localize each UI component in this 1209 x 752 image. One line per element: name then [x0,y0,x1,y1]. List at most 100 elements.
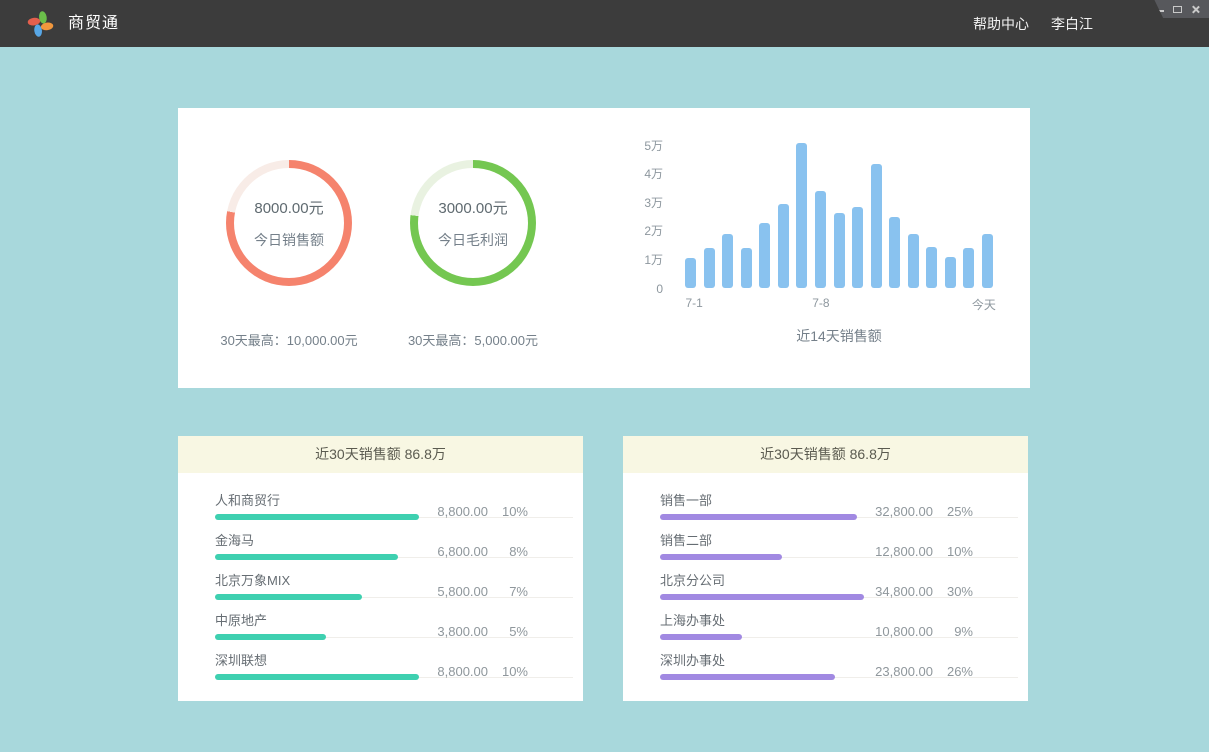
bar-chart-y-axis: 5万4万3万2万1万0 [623,138,663,288]
row-value: 12,800.0010% [833,544,973,559]
progress-bar [660,514,857,520]
bar [759,223,770,289]
row-amount: 32,800.00 [833,504,933,519]
bar [926,247,937,288]
today-profit-caption: 今日毛利润 [438,230,508,250]
row-percent: 30% [933,584,973,599]
progress-bar [215,554,398,560]
row-amount: 5,800.00 [388,584,488,599]
row-percent: 25% [933,504,973,519]
departments-sales-card: 近30天销售额 86.8万 销售一部32,800.0025%销售二部12,800… [623,436,1028,701]
row-percent: 5% [488,624,528,639]
window-controls [1147,0,1209,18]
titlebar: 商贸通 帮助中心 李白江 [0,0,1209,47]
x-tick-label: 今天 [944,296,1024,313]
bar [963,248,974,288]
row-amount: 8,800.00 [388,664,488,679]
bar [982,234,993,288]
progress-bar [660,634,742,640]
row-amount: 6,800.00 [388,544,488,559]
row-amount: 23,800.00 [833,664,933,679]
sales-row: 北京万象MIX5,800.007% [215,567,573,607]
today-sales-donut: 8000.00元 今日销售额 [226,160,352,286]
sales-row: 深圳联想8,800.0010% [215,647,573,687]
maximize-icon[interactable] [1173,5,1182,14]
row-value: 6,800.008% [388,544,528,559]
y-tick-label: 2万 [644,222,663,239]
app-title: 商贸通 [68,0,119,47]
departments-rows: 销售一部32,800.0025%销售二部12,800.0010%北京分公司34,… [623,473,1028,687]
progress-bar [660,554,782,560]
y-tick-label: 0 [656,282,663,296]
y-tick-label: 4万 [644,165,663,182]
sales-row: 销售二部12,800.0010% [660,527,1018,567]
row-percent: 7% [488,584,528,599]
row-value: 8,800.0010% [388,664,528,679]
row-amount: 34,800.00 [833,584,933,599]
today-sales-30d-max: 30天最高：10,000.00元 [189,330,389,349]
bar [722,234,733,288]
row-value: 32,800.0025% [833,504,973,519]
customers-rows: 人和商贸行8,800.0010%金海马6,800.008%北京万象MIX5,80… [178,473,583,687]
today-sales-value: 8000.00元 [254,197,323,218]
departments-card-title: 近30天销售额 86.8万 [623,436,1028,473]
row-value: 3,800.005% [388,624,528,639]
sales-row: 销售一部32,800.0025% [660,487,1018,527]
row-value: 8,800.0010% [388,504,528,519]
y-tick-label: 3万 [644,194,663,211]
row-value: 10,800.009% [833,624,973,639]
bar [796,143,807,288]
bar-chart-series [685,138,993,288]
sales-row: 人和商贸行8,800.0010% [215,487,573,527]
close-icon[interactable] [1191,5,1200,14]
y-tick-label: 5万 [644,137,663,154]
sales-row: 上海办事处10,800.009% [660,607,1018,647]
app-logo-pinwheel-icon [27,10,54,37]
progress-bar [215,594,362,600]
progress-bar [660,674,835,680]
row-percent: 8% [488,544,528,559]
row-amount: 3,800.00 [388,624,488,639]
today-profit-donut: 3000.00元 今日毛利润 [410,160,536,286]
sales-row: 中原地产3,800.005% [215,607,573,647]
minimize-icon[interactable] [1155,5,1164,14]
sales-row: 深圳办事处23,800.0026% [660,647,1018,687]
row-value: 5,800.007% [388,584,528,599]
sales-row: 金海马6,800.008% [215,527,573,567]
bar [871,164,882,288]
customers-sales-card: 近30天销售额 86.8万 人和商贸行8,800.0010%金海马6,800.0… [178,436,583,701]
today-profit-30d-max: 30天最高：5,000.00元 [373,330,573,349]
today-profit-value: 3000.00元 [438,197,507,218]
bar-chart-title: 近14天销售额 [685,326,993,346]
row-percent: 26% [933,664,973,679]
progress-bar [215,634,326,640]
bar [945,257,956,288]
sales-row: 北京分公司34,800.0030% [660,567,1018,607]
row-percent: 10% [488,504,528,519]
bar [852,207,863,288]
row-amount: 8,800.00 [388,504,488,519]
x-tick-label: 7-1 [654,296,734,310]
bar [741,248,752,288]
row-value: 34,800.0030% [833,584,973,599]
customers-card-title: 近30天销售额 86.8万 [178,436,583,473]
bar [704,248,715,288]
row-percent: 9% [933,624,973,639]
bar [815,191,826,288]
bar [778,204,789,288]
bar [889,217,900,288]
today-sales-caption: 今日销售额 [254,230,324,250]
y-tick-label: 1万 [644,251,663,268]
overview-card: 8000.00元 今日销售额 30天最高：10,000.00元 3000.00元… [178,108,1030,388]
x-tick-label: 7-8 [781,296,861,310]
bar [834,213,845,289]
row-percent: 10% [933,544,973,559]
row-percent: 10% [488,664,528,679]
help-center-link[interactable]: 帮助中心 [973,14,1029,34]
username-menu[interactable]: 李白江 [1051,14,1093,34]
bar [685,258,696,288]
bar-chart-x-axis: 7-17-8今天 [685,296,993,312]
bar [908,234,919,288]
row-value: 23,800.0026% [833,664,973,679]
row-amount: 10,800.00 [833,624,933,639]
